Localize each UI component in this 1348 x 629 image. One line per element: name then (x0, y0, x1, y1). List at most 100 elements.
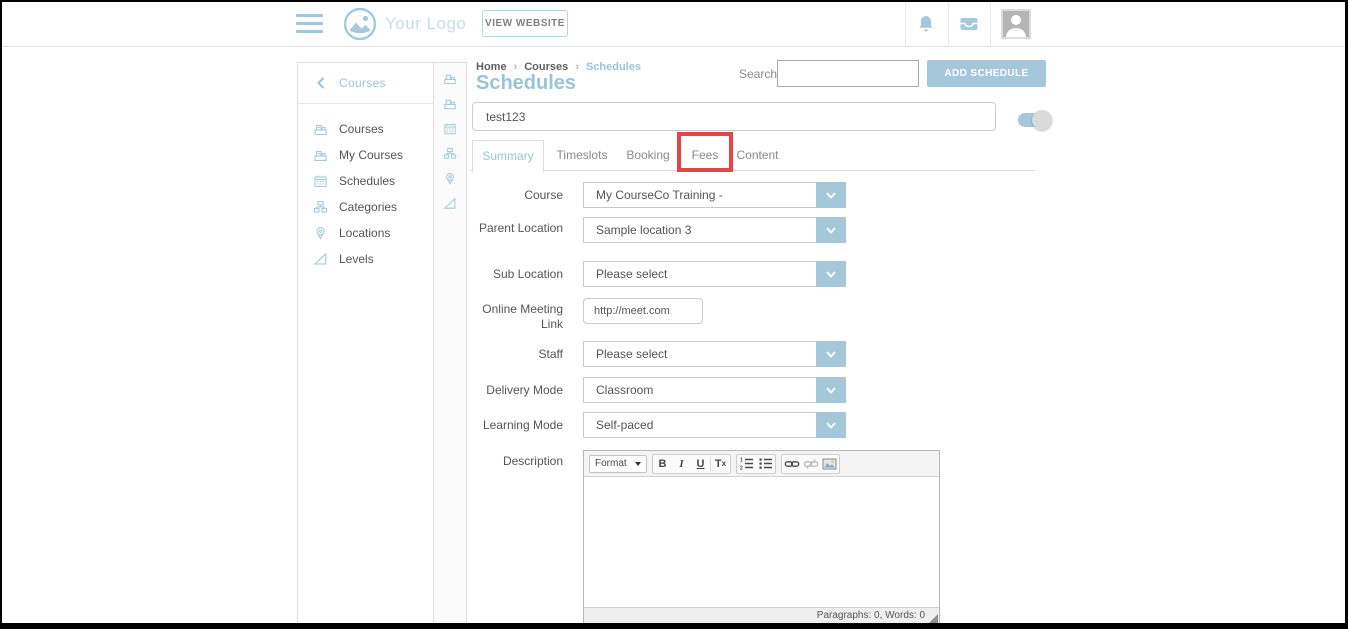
sidebar-item-label: Levels (339, 252, 374, 266)
notifications-button[interactable] (906, 0, 946, 47)
view-website-button[interactable]: VIEW WEBSITE (482, 10, 568, 37)
course-select[interactable]: My CourseCo Training - (583, 182, 846, 208)
image-button[interactable] (820, 455, 839, 473)
insert-group (781, 454, 840, 474)
parent-location-select[interactable]: Sample location 3 (583, 217, 846, 243)
bold-button[interactable]: B (653, 455, 672, 473)
avatar[interactable] (1001, 9, 1031, 39)
editor-word-count: Paragraphs: 0, Words: 0 (817, 610, 925, 621)
levels-icon (312, 251, 329, 267)
remove-format-x: x (722, 459, 726, 468)
field-label-staff: Staff (470, 347, 563, 362)
italic-button[interactable]: I (672, 455, 691, 473)
logo: Your Logo (343, 7, 466, 41)
learning-mode-select[interactable]: Self-paced (583, 412, 846, 438)
logo-text: Your Logo (385, 14, 466, 34)
unlink-button[interactable] (801, 455, 820, 473)
underline-button[interactable]: U (691, 455, 710, 473)
page-title: Schedules (476, 72, 576, 95)
rail-item-my-courses[interactable] (434, 91, 466, 116)
courses-icon (442, 96, 458, 111)
levels-icon (442, 196, 458, 211)
sidebar-item-locations[interactable]: Locations (298, 220, 433, 246)
link-button[interactable] (782, 455, 801, 473)
sidebar-item-schedules[interactable]: Schedules (298, 168, 433, 194)
numbered-list-icon: 12 (739, 457, 754, 470)
rail-item-schedules[interactable] (434, 116, 466, 141)
toggle-knob (1032, 110, 1052, 130)
chevron-left-icon (317, 77, 325, 89)
chevron-down-icon (826, 387, 836, 394)
editor-resize-handle[interactable] (929, 614, 938, 623)
dropdown-button[interactable] (816, 182, 846, 208)
tab-booking[interactable]: Booking (618, 140, 678, 171)
dropdown-button[interactable] (816, 412, 846, 438)
course-select-value: My CourseCo Training - (583, 182, 816, 208)
logo-icon (343, 7, 377, 41)
format-dropdown[interactable]: Format (589, 455, 647, 473)
sidebar-item-label: My Courses (339, 148, 403, 162)
field-label-parent-location: Parent Location (470, 221, 563, 236)
breadcrumb-current: Schedules (586, 61, 641, 73)
tab-summary[interactable]: Summary (472, 140, 544, 172)
active-toggle[interactable] (1018, 107, 1054, 133)
rail-item-levels[interactable] (434, 191, 466, 216)
delivery-mode-select[interactable]: Classroom (583, 377, 846, 403)
unlink-icon (803, 458, 819, 470)
svg-text:1: 1 (740, 457, 743, 463)
tab-fees[interactable]: Fees (680, 140, 730, 171)
remove-format-button[interactable]: Tx (711, 455, 730, 473)
sidebar-item-categories[interactable]: Categories (298, 194, 433, 220)
rail-item-locations[interactable] (434, 166, 466, 191)
chevron-down-icon (826, 192, 836, 199)
courses-icon (312, 147, 329, 163)
sidebar-back-label: Courses (339, 76, 386, 90)
sidebar-item-courses[interactable]: Courses (298, 116, 433, 142)
sidebar-item-label: Schedules (339, 174, 395, 188)
add-schedule-button[interactable]: ADD SCHEDULE (927, 60, 1046, 87)
dropdown-button[interactable] (816, 217, 846, 243)
tab-timeslots[interactable]: Timeslots (548, 140, 616, 171)
editor-body[interactable] (584, 477, 939, 607)
dropdown-button[interactable] (816, 261, 846, 287)
sidebar-item-my-courses[interactable]: My Courses (298, 142, 433, 168)
bulleted-list-button[interactable] (756, 455, 775, 473)
link-icon (784, 458, 800, 470)
tab-content[interactable]: Content (730, 140, 785, 171)
sidebar-back-courses[interactable]: Courses (298, 63, 433, 104)
learning-mode-select-value: Self-paced (583, 412, 816, 438)
rail-item-courses[interactable] (434, 66, 466, 91)
courses-icon (312, 121, 329, 137)
top-header: Your Logo VIEW WEBSITE (0, 0, 1348, 47)
courses-icon (442, 71, 458, 86)
editor-toolbar: Format B I U Tx 12 (584, 451, 939, 477)
hamburger-menu-icon[interactable] (296, 14, 323, 33)
chevron-down-icon (826, 351, 836, 358)
online-meeting-link-input[interactable] (583, 298, 703, 324)
rail-item-categories[interactable] (434, 141, 466, 166)
dropdown-button[interactable] (816, 341, 846, 367)
image-icon (822, 458, 837, 470)
editor-statusbar: Paragraphs: 0, Words: 0 (584, 607, 939, 624)
dropdown-button[interactable] (816, 377, 846, 403)
chevron-down-icon (826, 422, 836, 429)
staff-select-value: Please select (583, 341, 816, 367)
numbered-list-button[interactable]: 12 (737, 455, 756, 473)
field-label-delivery-mode: Delivery Mode (470, 383, 563, 398)
inbox-button[interactable] (949, 0, 989, 47)
sidebar-menu: Courses My Courses Schedules Categories … (298, 116, 433, 272)
field-label-description: Description (470, 454, 563, 469)
search-input[interactable] (777, 60, 919, 87)
staff-select[interactable]: Please select (583, 341, 846, 367)
collapsed-nav-rail (434, 62, 467, 623)
field-label-sub-location: Sub Location (470, 267, 563, 282)
sidebar-item-levels[interactable]: Levels (298, 246, 433, 272)
field-label-learning-mode: Learning Mode (470, 418, 563, 433)
locations-icon (442, 171, 458, 186)
delivery-mode-select-value: Classroom (583, 377, 816, 403)
bell-icon (917, 14, 935, 34)
inbox-icon (959, 16, 979, 32)
sub-location-select[interactable]: Please select (583, 261, 846, 287)
schedule-name-input[interactable] (472, 102, 996, 131)
description-richtext-editor: Format B I U Tx 12 (583, 450, 940, 625)
